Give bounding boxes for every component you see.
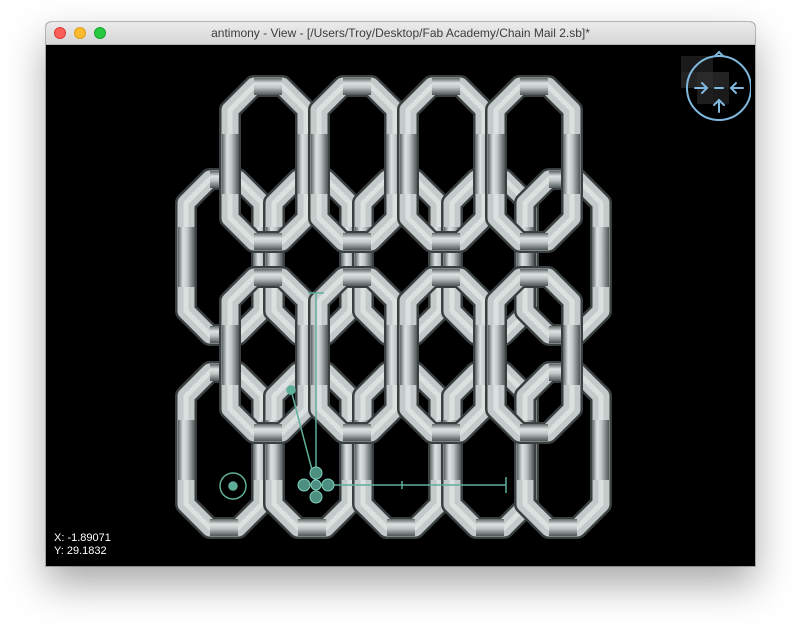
- close-button[interactable]: [54, 27, 66, 39]
- chain-mail-scene: [46, 45, 755, 566]
- title-bar[interactable]: antimony - View - [/Users/Troy/Desktop/F…: [46, 22, 755, 45]
- y-coordinate: Y: 29.1832: [54, 545, 107, 557]
- window-controls: [54, 27, 106, 39]
- view-navigator-icon[interactable]: [681, 48, 751, 128]
- 3d-viewport[interactable]: X: -1.89071 Y: 29.1832: [46, 45, 755, 566]
- minimize-button[interactable]: [74, 27, 86, 39]
- window-title: antimony - View - [/Users/Troy/Desktop/F…: [211, 26, 590, 40]
- cursor-coordinates: X: -1.89071 Y: 29.1832: [54, 532, 111, 558]
- app-window: antimony - View - [/Users/Troy/Desktop/F…: [46, 22, 755, 566]
- x-coordinate: X: -1.89071: [54, 532, 111, 544]
- zoom-button[interactable]: [94, 27, 106, 39]
